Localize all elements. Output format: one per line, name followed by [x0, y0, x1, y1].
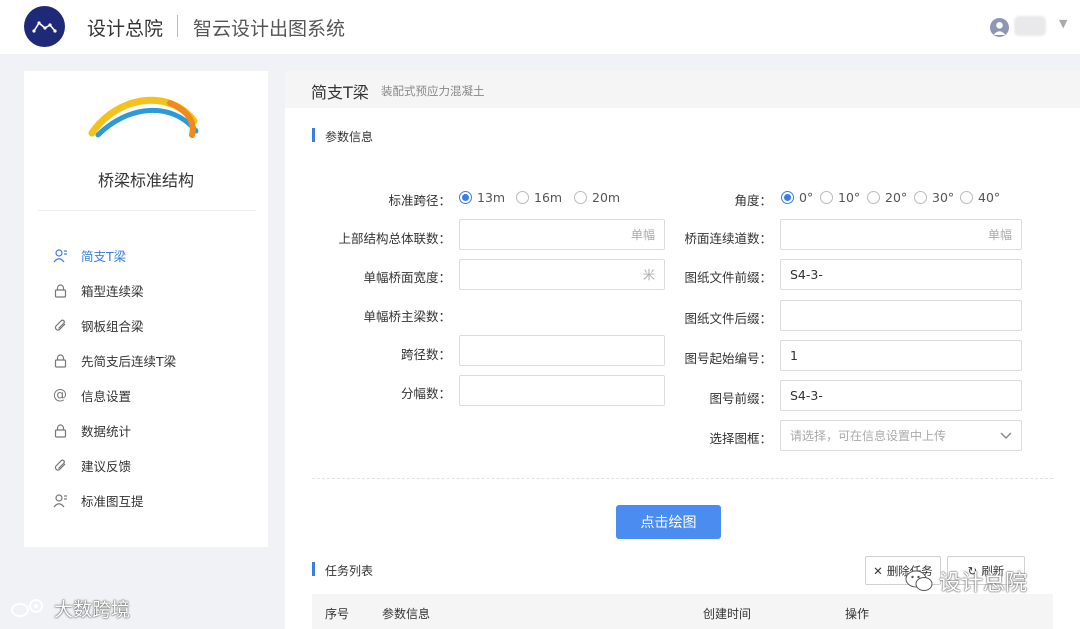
column-header-actions: 操作 [845, 607, 870, 621]
sidebar-item-feedback[interactable]: 建议反馈 [52, 454, 252, 476]
main-beam-count-label: 单幅桥主梁数： [363, 309, 451, 324]
caret-down-icon[interactable]: ▼ [1059, 17, 1067, 30]
paperclip-icon [52, 317, 68, 333]
paperclip-icon [52, 457, 68, 473]
sidebar-item-label: 信息设置 [81, 388, 132, 404]
span-radio-20m[interactable]: 20m [574, 190, 620, 205]
column-header-index: 序号 [325, 607, 350, 621]
sidebar-item-label: 先简支后连续T梁 [81, 353, 177, 369]
frame-label: 选择图框： [709, 431, 772, 446]
user-name-blurred[interactable] [1014, 16, 1046, 36]
span-label: 标准跨径： [388, 193, 451, 208]
span-radio-16m[interactable]: 16m [516, 190, 562, 205]
task-table-header: 序号 参数信息 创建时间 操作 [312, 594, 1053, 629]
top-bar: 设计总院 智云设计出图系统 ▼ [0, 0, 1080, 54]
sidebar-title: 桥梁标准结构 [97, 171, 194, 190]
sidebar-item-label: 数据统计 [81, 423, 132, 439]
weibo-watermark: 大数跨境 [10, 595, 130, 621]
frame-placeholder: 请选择，可在信息设置中上传 [790, 429, 947, 443]
start-number-input[interactable]: 1 [780, 340, 1022, 371]
sidebar-item-info-settings[interactable]: @ 信息设置 [52, 384, 252, 406]
page-subtitle: 装配式预应力混凝土 [381, 84, 485, 98]
form-divider [312, 478, 1053, 479]
deck-width-label: 单幅桥面宽度： [363, 270, 451, 285]
sidebar-item-continuous-t-beam[interactable]: 先简支后连续T梁 [52, 349, 252, 371]
draw-button[interactable]: 点击绘图 [616, 505, 721, 539]
close-icon: ✕ [873, 563, 883, 578]
weibo-icon [11, 599, 43, 617]
wechat-watermark-text: 设计总院 [939, 571, 1028, 596]
sidebar-item-standard-drawing-exchange[interactable]: 标准图互提 [52, 489, 252, 511]
section-marker [312, 128, 315, 142]
avatar-icon[interactable] [990, 18, 1009, 37]
unit-suffix: 米 [642, 268, 655, 282]
logo-icon[interactable] [24, 6, 65, 47]
deck-width-input[interactable]: 米 [459, 259, 665, 290]
brand-name: 设计总院 [87, 18, 164, 40]
system-title: 智云设计出图系统 [193, 18, 346, 40]
lock-icon [52, 422, 68, 438]
frame-select[interactable]: 请选择，可在信息设置中上传 [780, 420, 1022, 451]
file-suffix-input[interactable] [780, 300, 1022, 331]
sidebar-item-label: 建议反馈 [81, 458, 132, 474]
tasks-section-title: 任务列表 [325, 564, 374, 578]
angle-radio-20[interactable]: 20° [867, 190, 907, 205]
wechat-watermark: 设计总院 [905, 565, 1055, 597]
lock-icon [52, 282, 68, 298]
sidebar-item-label: 简支T梁 [81, 248, 127, 264]
page-title: 简支T梁 [311, 83, 369, 102]
deck-lane-count-input[interactable]: 单幅 [780, 219, 1022, 250]
user-group-icon [52, 492, 68, 508]
sidebar-item-statistics[interactable]: 数据统计 [52, 419, 252, 441]
span-radio-13m[interactable]: 13m [459, 190, 505, 205]
page-header: 简支T梁 装配式预应力混凝土 [285, 71, 1080, 108]
wechat-icon [905, 570, 933, 591]
sidebar-item-label: 钢板组合梁 [81, 318, 144, 334]
weibo-watermark-text: 大数跨境 [54, 598, 131, 621]
lock-icon [52, 352, 68, 368]
split-count-label: 分幅数： [400, 386, 451, 401]
unit-suffix: 单幅 [987, 228, 1012, 242]
drawing-prefix-label: 图号前缀： [709, 391, 772, 406]
header-divider [177, 15, 178, 37]
deck-lane-count-label: 桥面连续道数： [684, 231, 772, 246]
sidebar-item-simply-supported-t-beam[interactable]: 简支T梁 [52, 244, 252, 266]
sidebar-item-steel-composite-beam[interactable]: 钢板组合梁 [52, 314, 252, 336]
unit-suffix: 单幅 [630, 228, 655, 242]
angle-radio-0[interactable]: 0° [781, 190, 813, 205]
angle-radio-10[interactable]: 10° [820, 190, 860, 205]
user-icon [52, 247, 68, 263]
total-joint-count-input[interactable]: 单幅 [459, 219, 665, 250]
bridge-logo-icon [88, 96, 199, 138]
at-icon: @ [53, 387, 67, 403]
drawing-prefix-input[interactable]: S4-3- [780, 380, 1022, 411]
chevron-down-icon [1000, 429, 1012, 443]
angle-radio-40[interactable]: 40° [960, 190, 1000, 205]
file-prefix-input[interactable]: S4-3- [780, 259, 1022, 290]
section-marker [312, 562, 315, 576]
sidebar: 桥梁标准结构 简支T梁 箱型连续梁 钢板组合梁 先简支后连续T梁 @ 信息设置 … [24, 71, 268, 547]
angle-label: 角度： [734, 193, 772, 208]
start-number-label: 图号起始编号： [684, 351, 772, 366]
sidebar-item-label: 箱型连续梁 [81, 283, 144, 299]
span-count-label: 跨径数： [400, 347, 451, 362]
angle-radio-30[interactable]: 30° [914, 190, 954, 205]
sidebar-item-label: 标准图互提 [81, 493, 144, 509]
sidebar-divider [38, 210, 256, 211]
column-header-created: 创建时间 [703, 607, 752, 621]
column-header-params: 参数信息 [382, 607, 431, 621]
main-panel: 简支T梁 装配式预应力混凝土 参数信息 标准跨径： 13m 16m 20m 角度… [285, 71, 1080, 629]
split-count-input[interactable] [459, 375, 665, 406]
file-suffix-label: 图纸文件后缀： [684, 311, 772, 326]
params-section-title: 参数信息 [325, 130, 374, 144]
total-joint-count-label: 上部结构总体联数： [338, 231, 451, 246]
file-prefix-label: 图纸文件前缀： [684, 270, 772, 285]
sidebar-item-box-continuous-beam[interactable]: 箱型连续梁 [52, 279, 252, 301]
span-count-input[interactable] [459, 335, 665, 366]
